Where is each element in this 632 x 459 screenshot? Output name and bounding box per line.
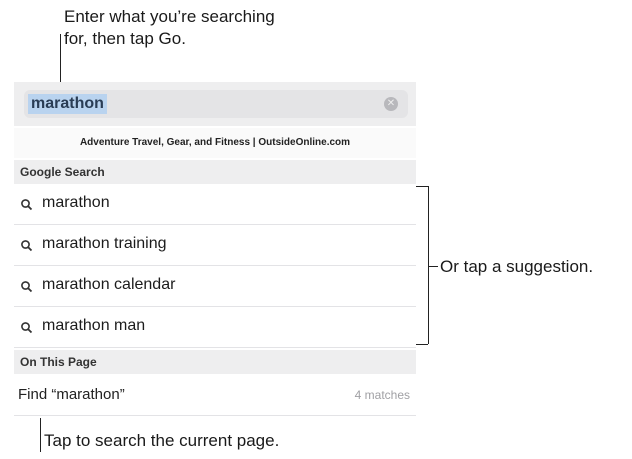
callout-enter-search: Enter what you’re searching for, then ta…	[64, 6, 275, 50]
search-icon	[21, 281, 33, 293]
google-search-header: Google Search	[14, 160, 416, 184]
search-bar: marathon ✕	[14, 82, 416, 126]
suggestion-bracket-vertical	[428, 186, 429, 344]
suggestion-label: marathon calendar	[42, 276, 176, 293]
suggestion-item[interactable]: marathon	[14, 184, 416, 225]
suggestion-bracket-top	[416, 186, 428, 187]
google-search-header-label: Google Search	[20, 165, 105, 179]
top-hit-suggestion[interactable]: Adventure Travel, Gear, and Fitness | Ou…	[14, 128, 416, 158]
suggestion-item[interactable]: marathon training	[14, 225, 416, 266]
search-icon	[21, 199, 33, 211]
search-query-text: marathon	[28, 94, 107, 114]
suggestion-bracket-leader	[428, 266, 438, 267]
suggestion-item[interactable]: marathon calendar	[14, 266, 416, 307]
clear-icon[interactable]: ✕	[384, 97, 398, 111]
suggestion-bracket-bottom	[416, 344, 428, 345]
suggestion-label: marathon training	[42, 235, 167, 252]
search-input[interactable]: marathon ✕	[24, 90, 408, 118]
callout-page-search-leader	[40, 418, 41, 452]
suggestion-label: marathon man	[42, 317, 146, 334]
search-icon	[21, 322, 33, 334]
callout-page-search-tip: Tap to search the current page.	[44, 431, 280, 450]
on-this-page-header-label: On This Page	[20, 355, 97, 369]
search-icon	[21, 240, 33, 252]
suggestion-item[interactable]: marathon man	[14, 307, 416, 348]
find-on-page-row[interactable]: Find “marathon” 4 matches	[14, 376, 416, 416]
suggestion-label: marathon	[42, 194, 110, 211]
on-this-page-header: On This Page	[14, 350, 416, 374]
top-hit-title: Adventure Travel, Gear, and Fitness | Ou…	[79, 137, 351, 148]
callout-suggestion-tip: Or tap a suggestion.	[440, 257, 594, 276]
find-on-page-label: Find “marathon”	[18, 386, 125, 403]
callout-enter-line1: Enter what you’re searching	[64, 7, 275, 26]
callout-enter-line2: for, then tap Go.	[64, 29, 186, 48]
match-count: 4 matches	[354, 388, 410, 402]
